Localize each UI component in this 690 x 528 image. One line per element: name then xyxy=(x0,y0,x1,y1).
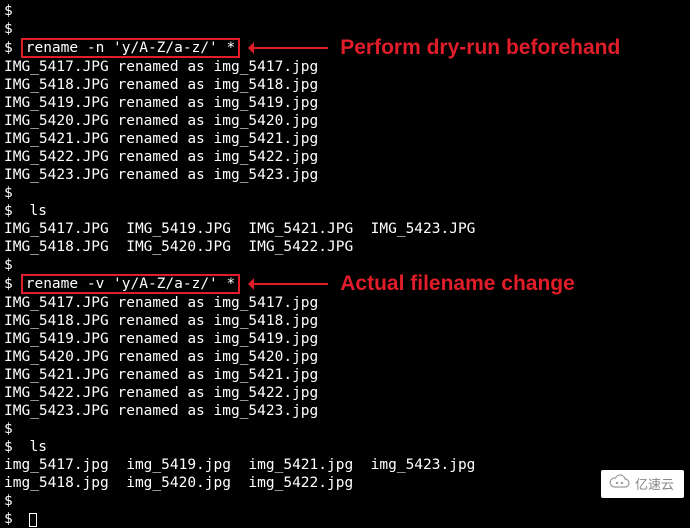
output-line: img_5418.jpg img_5420.jpg img_5422.jpg xyxy=(4,474,686,492)
terminal[interactable]: $ $ $ rename -n 'y/A-Z/a-z/' * Perform d… xyxy=(4,2,686,528)
cursor xyxy=(29,513,37,527)
command-dry-run-line: $ rename -n 'y/A-Z/a-z/' * Perform dry-r… xyxy=(4,38,686,58)
output-line: IMG_5420.JPG renamed as img_5420.jpg xyxy=(4,348,686,366)
command-ls: ls xyxy=(29,203,46,219)
output-line: IMG_5421.JPG renamed as img_5421.jpg xyxy=(4,130,686,148)
arrow-icon xyxy=(250,283,328,285)
prompt: $ xyxy=(4,421,13,437)
command-dry-run: rename -n 'y/A-Z/a-z/' * xyxy=(21,38,241,58)
prompt: $ xyxy=(4,275,13,293)
output-line: img_5417.jpg img_5419.jpg img_5421.jpg i… xyxy=(4,456,686,474)
command-ls: ls xyxy=(29,439,46,455)
output-line: IMG_5423.JPG renamed as img_5423.jpg xyxy=(4,402,686,420)
prompt: $ xyxy=(4,257,13,273)
prompt: $ xyxy=(4,439,13,455)
cloud-icon xyxy=(607,474,631,490)
output-line: IMG_5418.JPG IMG_5420.JPG IMG_5422.JPG xyxy=(4,238,686,256)
output-line: IMG_5421.JPG renamed as img_5421.jpg xyxy=(4,366,686,384)
callout-dry-run: Perform dry-run beforehand xyxy=(340,39,686,57)
prompt: $ xyxy=(4,203,13,219)
watermark-text: 亿速云 xyxy=(635,477,674,492)
output-line: IMG_5419.JPG renamed as img_5419.jpg xyxy=(4,94,686,112)
watermark: 亿速云 xyxy=(601,470,684,498)
output-line: IMG_5417.JPG IMG_5419.JPG IMG_5421.JPG I… xyxy=(4,220,686,238)
prompt: $ xyxy=(4,185,13,201)
output-line: IMG_5422.JPG renamed as img_5422.jpg xyxy=(4,148,686,166)
prompt: $ xyxy=(4,511,13,527)
output-line: IMG_5422.JPG renamed as img_5422.jpg xyxy=(4,384,686,402)
output-line: IMG_5420.JPG renamed as img_5420.jpg xyxy=(4,112,686,130)
output-line: IMG_5417.JPG renamed as img_5417.jpg xyxy=(4,58,686,76)
prompt: $ xyxy=(4,21,13,37)
prompt: $ xyxy=(4,493,13,509)
callout-actual: Actual filename change xyxy=(340,275,686,293)
output-line: IMG_5423.JPG renamed as img_5423.jpg xyxy=(4,166,686,184)
output-line: IMG_5417.JPG renamed as img_5417.jpg xyxy=(4,294,686,312)
output-line: IMG_5418.JPG renamed as img_5418.jpg xyxy=(4,76,686,94)
output-line: IMG_5419.JPG renamed as img_5419.jpg xyxy=(4,330,686,348)
prompt: $ xyxy=(4,39,13,57)
command-actual-line: $ rename -v 'y/A-Z/a-z/' * Actual filena… xyxy=(4,274,686,294)
output-line: IMG_5418.JPG renamed as img_5418.jpg xyxy=(4,312,686,330)
arrow-icon xyxy=(250,47,328,49)
prompt: $ xyxy=(4,3,13,19)
command-actual: rename -v 'y/A-Z/a-z/' * xyxy=(21,274,241,294)
